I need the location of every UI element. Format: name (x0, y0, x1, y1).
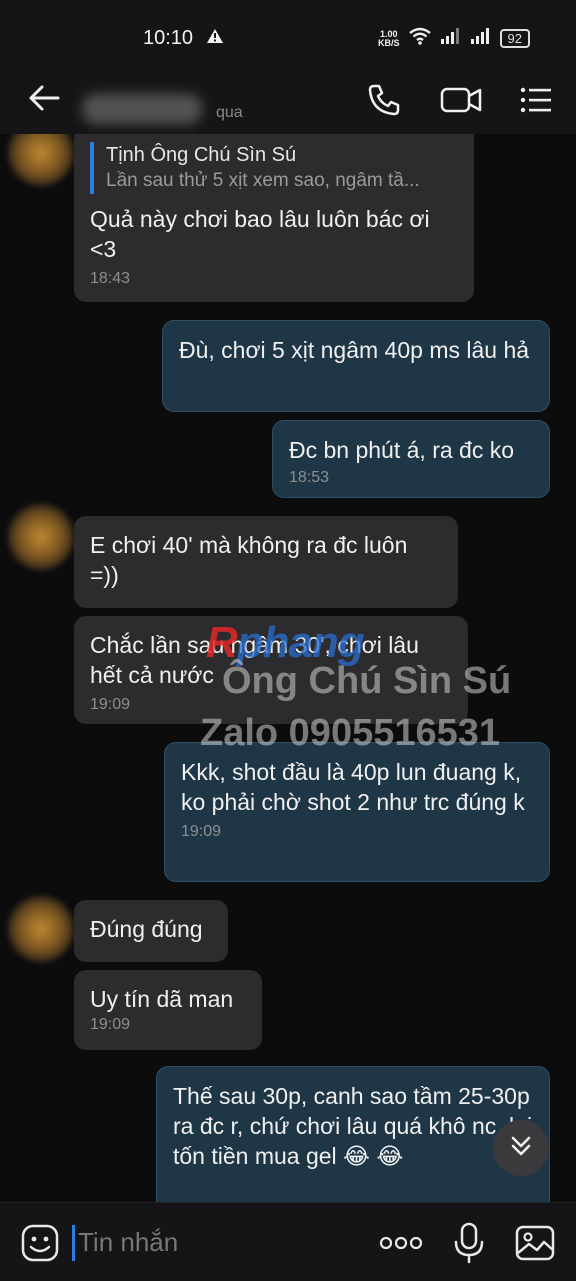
signal-1-icon (440, 28, 462, 49)
microphone-icon[interactable] (452, 1221, 486, 1270)
message-bubble-incoming[interactable]: Đúng đúng (74, 900, 228, 962)
watermark-phone: Zalo 0905516531 (200, 712, 501, 754)
text-caret (72, 1225, 75, 1261)
message-text: Quả này chơi bao lâu luôn bác ơi <3 (90, 206, 430, 262)
message-bubble-outgoing[interactable]: Đc bn phút á, ra đc ko 18:53 (272, 420, 550, 498)
double-chevron-down-icon (508, 1133, 534, 1164)
signal-2-icon (470, 28, 492, 49)
watermark-text: Ông Chú Sìn Sú (222, 660, 512, 702)
message-text: Đúng đúng (90, 916, 203, 942)
message-bubble-outgoing[interactable]: Kkk, shot đầu là 40p lun đuang k, ko phả… (164, 742, 550, 882)
message-time: 18:53 (289, 469, 330, 486)
message-bubble-incoming[interactable]: Tịnh Ông Chú Sìn Sú Lần sau thử 5 xịt xe… (74, 134, 474, 302)
message-composer: Tin nhắn (0, 1202, 576, 1281)
wifi-icon (408, 27, 432, 50)
more-options-icon[interactable] (378, 1231, 424, 1260)
chat-header: qua (0, 60, 576, 134)
battery-indicator: 92 (499, 29, 530, 48)
warning-icon (206, 28, 224, 49)
status-time: 10:10 (143, 27, 194, 49)
video-call-icon[interactable] (440, 82, 482, 123)
back-arrow-icon[interactable] (28, 84, 60, 117)
message-text: Đc bn phút á, ra đc ko (289, 437, 515, 463)
message-text: Thế sau 30p, canh sao tầm 25-30p ra đc r… (173, 1083, 533, 1169)
scroll-to-bottom-button[interactable] (493, 1120, 549, 1176)
quoted-message[interactable]: Tịnh Ông Chú Sìn Sú Lần sau thử 5 xịt xe… (90, 142, 458, 194)
message-text: E chơi 40' mà không ra đc luôn =)) (90, 532, 408, 588)
message-time: 18:43 (90, 270, 131, 287)
last-seen-label: qua (216, 104, 243, 121)
message-input[interactable]: Tin nhắn (72, 1221, 362, 1265)
message-bubble-incoming[interactable]: E chơi 40' mà không ra đc luôn =)) (74, 516, 458, 608)
status-icons: 1.00 KB/S 92 (378, 27, 530, 50)
message-text: Uy tín dã man (90, 986, 234, 1012)
status-bar: 10:10 1.00 KB/S 92 (0, 0, 576, 60)
contact-avatar[interactable] (8, 134, 74, 186)
message-bubble-outgoing[interactable]: Thế sau 30p, canh sao tầm 25-30p ra đc r… (156, 1066, 550, 1202)
contact-avatar[interactable] (8, 896, 74, 962)
message-time: 19:09 (90, 1016, 131, 1033)
contact-avatar[interactable] (8, 504, 74, 570)
contact-name-blurred[interactable] (82, 94, 202, 124)
quoted-sender: Tịnh Ông Chú Sìn Sú (106, 144, 297, 166)
net-speed: 1.00 KB/S (378, 28, 400, 48)
quoted-text: Lần sau thử 5 xịt xem sao, ngâm tầ... (106, 170, 420, 191)
message-bubble-outgoing[interactable]: Đù, chơi 5 xịt ngâm 40p ms lâu hả (162, 320, 550, 412)
message-text: Kkk, shot đầu là 40p lun đuang k, ko phả… (181, 759, 525, 815)
image-gallery-icon[interactable] (514, 1223, 556, 1268)
emoji-sticker-icon[interactable] (20, 1223, 60, 1268)
message-text: Đù, chơi 5 xịt ngâm 40p ms lâu hả (179, 337, 530, 363)
message-time: 19:09 (181, 823, 222, 840)
menu-list-icon[interactable] (518, 82, 554, 123)
message-bubble-incoming[interactable]: Uy tín dã man 19:09 (74, 970, 262, 1050)
phone-call-icon[interactable] (366, 82, 402, 123)
message-input-placeholder: Tin nhắn (78, 1227, 179, 1257)
